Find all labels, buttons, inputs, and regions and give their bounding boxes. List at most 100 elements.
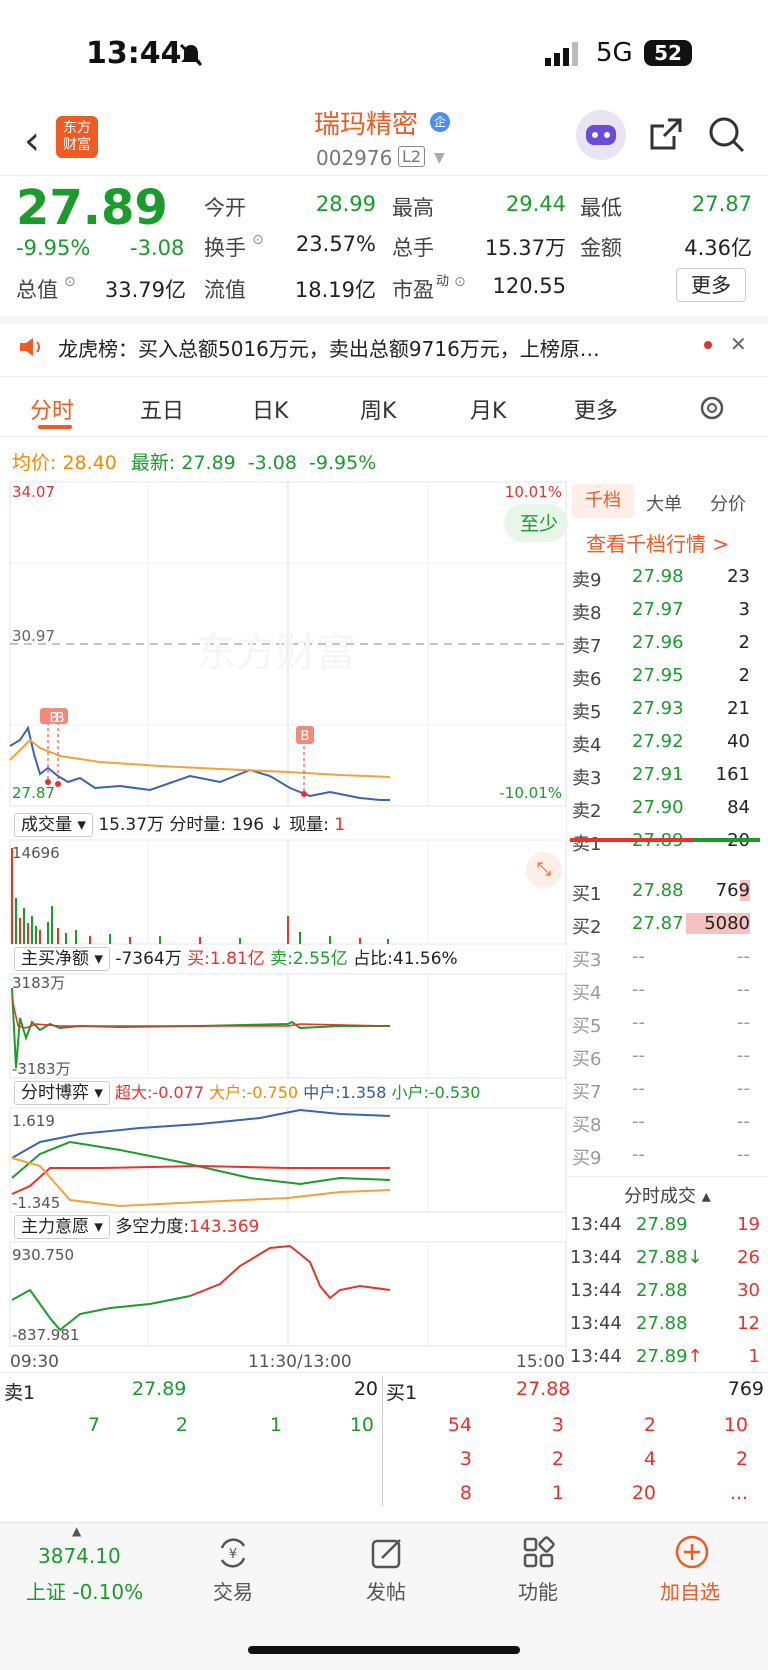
chevron-up-icon[interactable]: ▲ [72, 1524, 81, 1538]
robot-avatar[interactable] [576, 110, 626, 160]
info-icon[interactable]: ⊙ [252, 232, 264, 248]
queue-sell-label: 卖1 [4, 1382, 36, 1404]
ask-price[interactable]: 27.93 [632, 698, 684, 719]
game-selector[interactable]: 分时博弈 ▾ [14, 1081, 110, 1105]
bid-label: 买6 [572, 1049, 602, 1070]
low-value: 27.87 [691, 192, 752, 216]
pe-sup: 动 [436, 274, 450, 289]
back-arrow-icon[interactable]: ‹ [24, 118, 40, 164]
tab-monthly-k[interactable]: 月K [470, 393, 506, 425]
bid-price[interactable]: -- [632, 1045, 645, 1066]
status-bar: 13:44 5G 52 [0, 0, 768, 100]
ask-price[interactable]: 27.90 [632, 797, 684, 818]
float-cap-label: 流值 [204, 278, 246, 302]
bid-label: 买8 [572, 1115, 602, 1136]
trade-icon[interactable]: ¥ [216, 1536, 250, 1570]
bid-price[interactable]: -- [632, 1111, 645, 1132]
expand-icon[interactable]: ⤡ [526, 852, 562, 888]
sell-queue-order: 1 [269, 1414, 282, 1436]
buy-queue-order: 20 [631, 1482, 656, 1504]
apps-icon[interactable] [522, 1536, 556, 1570]
nav-trade[interactable]: 交易 [183, 1576, 283, 1605]
search-icon[interactable] [708, 116, 746, 154]
chevron-down-icon[interactable]: ▼ [434, 150, 445, 166]
post-icon[interactable] [370, 1536, 404, 1570]
bid-label: 买2 [572, 917, 602, 938]
tab-price-dist[interactable]: 分价 [710, 490, 746, 516]
divider [0, 436, 768, 437]
notice-text[interactable]: 龙虎榜：买入总额5016万元，卖出总额9716万元，上榜原… [58, 333, 600, 362]
ask-price[interactable]: 27.95 [632, 665, 684, 686]
amount-value: 4.36亿 [684, 236, 752, 260]
ask-label: 卖4 [572, 735, 602, 756]
info-icon[interactable]: ⊙ [64, 274, 76, 290]
bid-label: 买3 [572, 950, 602, 971]
sell-queue-order: 10 [349, 1414, 374, 1436]
logo-line1: 东方 [63, 120, 91, 136]
intent-power-label: 多空力度: [115, 1217, 190, 1237]
trade-price-value: 27.88 [636, 1313, 688, 1334]
market-cap-label: 总值 [16, 278, 58, 302]
last-change: -3.08 [247, 452, 297, 474]
buy-queue-order: ... [729, 1482, 748, 1504]
tab-weekly-k[interactable]: 周K [360, 393, 396, 425]
trade-volume: 19 [737, 1214, 760, 1235]
stock-name[interactable]: 瑞玛精密 [314, 104, 418, 141]
netbuy-selector[interactable]: 主买净额 ▾ [14, 947, 110, 971]
intent-selector[interactable]: 主力意愿 ▾ [14, 1215, 110, 1239]
trade-time: 13:44 [570, 1280, 622, 1301]
trade-price: 27.89↑ [636, 1346, 703, 1367]
trade-price-value: 27.88 [636, 1280, 688, 1301]
avg-value: 28.40 [62, 452, 117, 474]
bid-label: 买5 [572, 1016, 602, 1037]
bid-price[interactable]: -- [632, 946, 645, 967]
queue-buy-label: 买1 [386, 1382, 418, 1404]
home-indicator [248, 1646, 520, 1654]
divider [0, 1372, 768, 1373]
nav-add-watchlist[interactable]: 加自选 [640, 1576, 740, 1605]
bid-price[interactable]: -- [632, 979, 645, 1000]
tab-big-order[interactable]: 大单 [646, 490, 682, 516]
info-icon[interactable]: ⊙ [454, 274, 466, 290]
bid-price[interactable]: -- [632, 1144, 645, 1165]
tab-qiandang[interactable]: 千档 [572, 484, 634, 518]
trades-title-text: 分时成交 [624, 1186, 696, 1207]
view-qiandang-link[interactable]: 查看千档行情 > [586, 528, 729, 557]
divider [566, 1176, 768, 1177]
more-button[interactable]: 更多 [676, 268, 746, 302]
y-top-label: 34.07 [12, 483, 55, 501]
add-watchlist-icon[interactable] [674, 1534, 710, 1570]
tab-five-day[interactable]: 五日 [140, 393, 184, 425]
index-value[interactable]: 3874.10 [38, 1544, 121, 1568]
bid-price[interactable]: -- [632, 1012, 645, 1033]
time-start: 09:30 [10, 1352, 59, 1372]
bid-price[interactable]: -- [632, 1078, 645, 1099]
share-icon[interactable] [648, 116, 684, 152]
tab-daily-k[interactable]: 日K [252, 393, 288, 425]
ask-label: 卖9 [572, 570, 602, 591]
volume-selector[interactable]: 成交量 ▾ [14, 813, 93, 837]
close-icon[interactable]: ✕ [730, 332, 747, 356]
bid-price[interactable]: 27.87 [632, 913, 684, 934]
ask-price[interactable]: 27.97 [632, 599, 684, 620]
trades-title[interactable]: 分时成交 ▴ [624, 1182, 711, 1208]
buy-queue-order: 2 [551, 1448, 564, 1470]
level2-badge[interactable]: L2 [398, 146, 426, 167]
nav-post[interactable]: 发帖 [336, 1576, 436, 1605]
tab-more[interactable]: 更多 [574, 393, 618, 425]
game-ytop: 1.619 [12, 1112, 55, 1130]
ask-price[interactable]: 27.96 [632, 632, 684, 653]
index-ticker[interactable]: 上证 -0.10% [26, 1576, 143, 1605]
ask-price[interactable]: 27.98 [632, 566, 684, 587]
tab-intraday[interactable]: 分时 [30, 393, 74, 425]
queue-buy-price: 27.88 [516, 1378, 571, 1400]
gear-icon[interactable] [698, 394, 726, 422]
ask-volume: 21 [727, 698, 750, 719]
nav-functions[interactable]: 功能 [488, 1576, 588, 1605]
bid-price[interactable]: 27.88 [632, 880, 684, 901]
netbuy-ybottom: -3183万 [12, 1060, 71, 1078]
ask-price[interactable]: 27.91 [632, 764, 684, 785]
trade-time: 13:44 [570, 1214, 622, 1235]
divider [382, 1376, 383, 1506]
ask-price[interactable]: 27.92 [632, 731, 684, 752]
